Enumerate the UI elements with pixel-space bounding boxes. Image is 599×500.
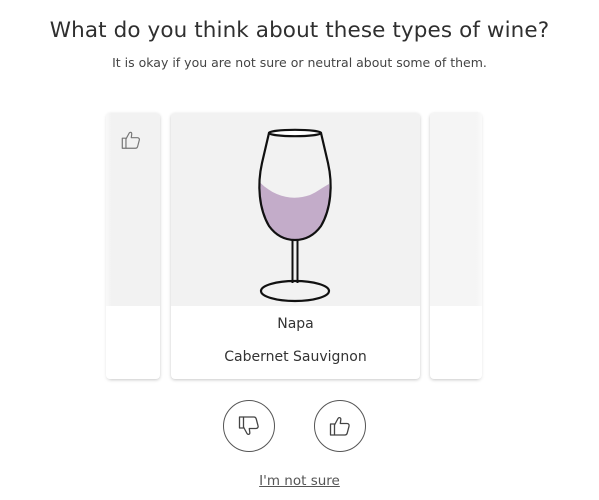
previous-wine-card[interactable]: [106, 113, 160, 379]
like-button[interactable]: [314, 400, 366, 452]
thumbs-up-icon: [121, 131, 140, 149]
not-sure-link[interactable]: I'm not sure: [0, 473, 599, 489]
thumbs-up-icon: [329, 416, 350, 436]
next-wine-image: [430, 113, 482, 306]
wine-image: [171, 113, 420, 306]
carousel-fade-right: [476, 108, 488, 386]
dislike-button[interactable]: [223, 400, 275, 452]
next-wine-card[interactable]: [430, 113, 482, 379]
current-wine-card[interactable]: Napa Cabernet Sauvignon: [171, 113, 420, 379]
wine-carousel: Napa Cabernet Sauvignon: [0, 0, 599, 400]
thumbs-down-icon: [238, 416, 259, 436]
wine-glass-icon: [258, 128, 332, 303]
wine-region: Napa: [277, 316, 314, 332]
wine-varietal: Cabernet Sauvignon: [224, 349, 367, 365]
carousel-fade-left: [100, 108, 112, 386]
